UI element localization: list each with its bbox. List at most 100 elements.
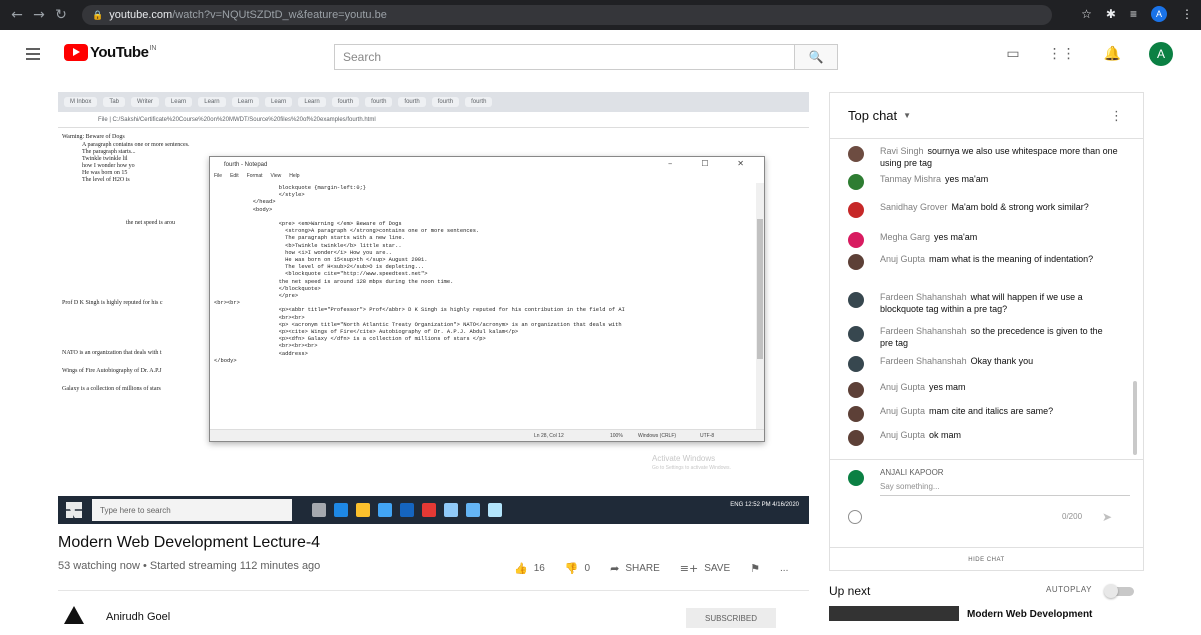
chat-header[interactable]: Top chat ▼	[830, 93, 1143, 139]
char-count: 0/200	[1062, 512, 1083, 521]
save-label: SAVE	[704, 563, 731, 574]
chat-message[interactable]: Anuj Gupta yes mam	[848, 381, 1118, 398]
chat-avatar[interactable]	[848, 430, 864, 446]
chat-author[interactable]: Fardeen Shahanshah	[880, 292, 967, 302]
chat-author[interactable]: Ravi Singh	[880, 146, 924, 156]
like-button[interactable]: 👍 16	[514, 562, 545, 575]
page-text-line: Prof D K Singh is highly reputed for his…	[62, 300, 163, 306]
extension-icon[interactable]: ✱	[1106, 7, 1116, 21]
up-next-title[interactable]: Modern Web Development	[967, 609, 1092, 620]
user-name: ANJALI KAPOOR	[880, 468, 944, 477]
chat-author[interactable]: Tanmay Mishra	[880, 174, 941, 184]
chat-avatar[interactable]	[848, 406, 864, 422]
hide-chat-button[interactable]: HIDE CHAT	[830, 547, 1143, 571]
channel-name[interactable]: Anirudh Goel	[106, 611, 170, 623]
chat-message-body: Anuj Gupta ok mam	[880, 429, 961, 446]
chat-author[interactable]: Sanidhay Grover	[880, 202, 948, 212]
chat-text: yes ma'am	[934, 232, 978, 242]
apps-grid-icon[interactable]: ⋮⋮	[1048, 46, 1076, 62]
system-tray: ENG 12:52 PM 4/16/2020	[730, 502, 799, 508]
chat-message[interactable]: Fardeen Shahanshah Okay thank you	[848, 355, 1118, 372]
inner-tab: fourth	[365, 97, 393, 107]
menu-kebab-icon[interactable]: ⋮	[1181, 7, 1193, 21]
inner-tab: Learn	[231, 97, 259, 107]
search-input[interactable]: Search	[334, 44, 794, 70]
chat-author[interactable]: Fardeen Shahanshah	[880, 356, 967, 366]
chat-avatar[interactable]	[848, 254, 864, 270]
notifications-bell-icon[interactable]: 🔔	[1104, 46, 1121, 62]
chat-avatar[interactable]	[848, 232, 864, 248]
chat-more-icon[interactable]: ⋮	[1110, 109, 1123, 124]
chat-avatar[interactable]	[848, 292, 864, 308]
dislike-button[interactable]: 👎 0	[565, 562, 590, 575]
chat-author[interactable]: Anuj Gupta	[880, 430, 925, 440]
up-next-thumbnail[interactable]	[829, 606, 959, 621]
chat-message-list[interactable]: Ravi Singh sournya we also use whitespace…	[830, 139, 1143, 459]
back-icon[interactable]: ←	[6, 7, 28, 23]
chat-avatar[interactable]	[848, 326, 864, 342]
chat-author[interactable]: Anuj Gupta	[880, 254, 925, 264]
chat-message[interactable]: Fardeen Shahanshah what will happen if we…	[848, 291, 1118, 315]
create-video-icon[interactable]: ▭	[1006, 46, 1019, 62]
inner-tab: Learn	[298, 97, 326, 107]
send-icon[interactable]: ➤	[1102, 510, 1112, 524]
chat-avatar[interactable]	[848, 174, 864, 190]
app-icon	[466, 503, 480, 517]
emoji-icon[interactable]	[848, 510, 862, 524]
chat-avatar[interactable]	[848, 202, 864, 218]
inner-browser-tabs: M Inbox Tab Writer Learn Learn Learn Learn Lear…	[58, 92, 809, 112]
chat-message[interactable]: Sanidhay Grover Ma'am bold & strong work …	[848, 201, 1118, 218]
chat-message[interactable]: Fardeen Shahanshah so the precedence is g…	[848, 325, 1118, 349]
chat-message[interactable]: Anuj Gupta mam what is the meaning of ind…	[848, 253, 1118, 270]
chat-message[interactable]: Tanmay Mishra yes ma'am	[848, 173, 1118, 190]
page-text-line: A paragraph contains one or more sentenc…	[82, 142, 190, 148]
autoplay-toggle[interactable]	[1104, 584, 1136, 598]
search-button[interactable]: 🔍	[794, 44, 838, 70]
chat-message-body: Ravi Singh sournya we also use whitespace…	[880, 145, 1118, 169]
reload-icon[interactable]: ↻	[50, 7, 72, 23]
report-button[interactable]: ⚑	[750, 562, 760, 575]
video-player[interactable]: M Inbox Tab Writer Learn Learn Learn Learn Lear…	[58, 92, 809, 524]
chat-scrollbar[interactable]	[1133, 381, 1137, 455]
share-label: SHARE	[625, 563, 660, 574]
more-label: ...	[780, 563, 789, 574]
inner-tab: Tab	[103, 97, 126, 107]
chat-avatar[interactable]	[848, 382, 864, 398]
star-icon[interactable]: ☆	[1081, 7, 1092, 21]
chat-avatar[interactable]	[848, 146, 864, 162]
playlist-icon[interactable]: ≡	[1130, 7, 1137, 21]
more-actions-button[interactable]: ...	[780, 563, 788, 574]
share-button[interactable]: ➦ SHARE	[610, 562, 660, 575]
notepad-window: fourth - Notepad – ☐ ✕ File Edit Format Vie…	[209, 156, 765, 442]
chat-message-body: Fardeen Shahanshah so the precedence is g…	[880, 325, 1118, 349]
chat-author[interactable]: Anuj Gupta	[880, 382, 925, 392]
chat-author[interactable]: Megha Garg	[880, 232, 930, 242]
hamburger-menu-icon[interactable]	[26, 48, 40, 60]
profile-avatar[interactable]: A	[1151, 6, 1167, 22]
channel-avatar[interactable]	[62, 603, 94, 635]
notepad-menu-item: Edit	[230, 173, 239, 179]
address-bar[interactable]: 🔒 youtube.com/watch?v=NQUtSZDtD_w&featur…	[82, 5, 1052, 25]
chat-message[interactable]: Megha Garg yes ma'am	[848, 231, 1118, 248]
chat-message-body: Fardeen Shahanshah Okay thank you	[880, 355, 1033, 372]
chat-message-body: Sanidhay Grover Ma'am bold & strong work …	[880, 201, 1089, 218]
page-text-line: the net speed is arou	[126, 220, 175, 226]
chat-message[interactable]: Anuj Gupta mam cite and italics are same?	[848, 405, 1118, 422]
chat-message[interactable]: Anuj Gupta ok mam	[848, 429, 1118, 446]
chat-message[interactable]: Ravi Singh sournya we also use whitespace…	[848, 145, 1118, 169]
inner-tab: fourth	[431, 97, 460, 107]
subscribe-button[interactable]: SUBSCRIBED	[686, 608, 776, 628]
notepad-menu-item: View	[270, 173, 282, 179]
notepad-menu: File Edit Format View Help	[210, 173, 764, 183]
chat-text: yes ma'am	[945, 174, 989, 184]
save-button[interactable]: ≡+ SAVE	[680, 562, 730, 575]
chat-text: mam cite and italics are same?	[929, 406, 1054, 416]
forward-icon[interactable]: →	[28, 7, 50, 23]
youtube-logo[interactable]: YouTube IN	[64, 44, 156, 61]
chat-author[interactable]: Anuj Gupta	[880, 406, 925, 416]
chat-input[interactable]: Say something...	[880, 482, 1130, 496]
chat-avatar[interactable]	[848, 356, 864, 372]
chat-author[interactable]: Fardeen Shahanshah	[880, 326, 967, 336]
url-path: /watch?v=NQUtSZDtD_w&feature=youtu.be	[172, 9, 387, 21]
account-avatar[interactable]: A	[1149, 42, 1173, 66]
